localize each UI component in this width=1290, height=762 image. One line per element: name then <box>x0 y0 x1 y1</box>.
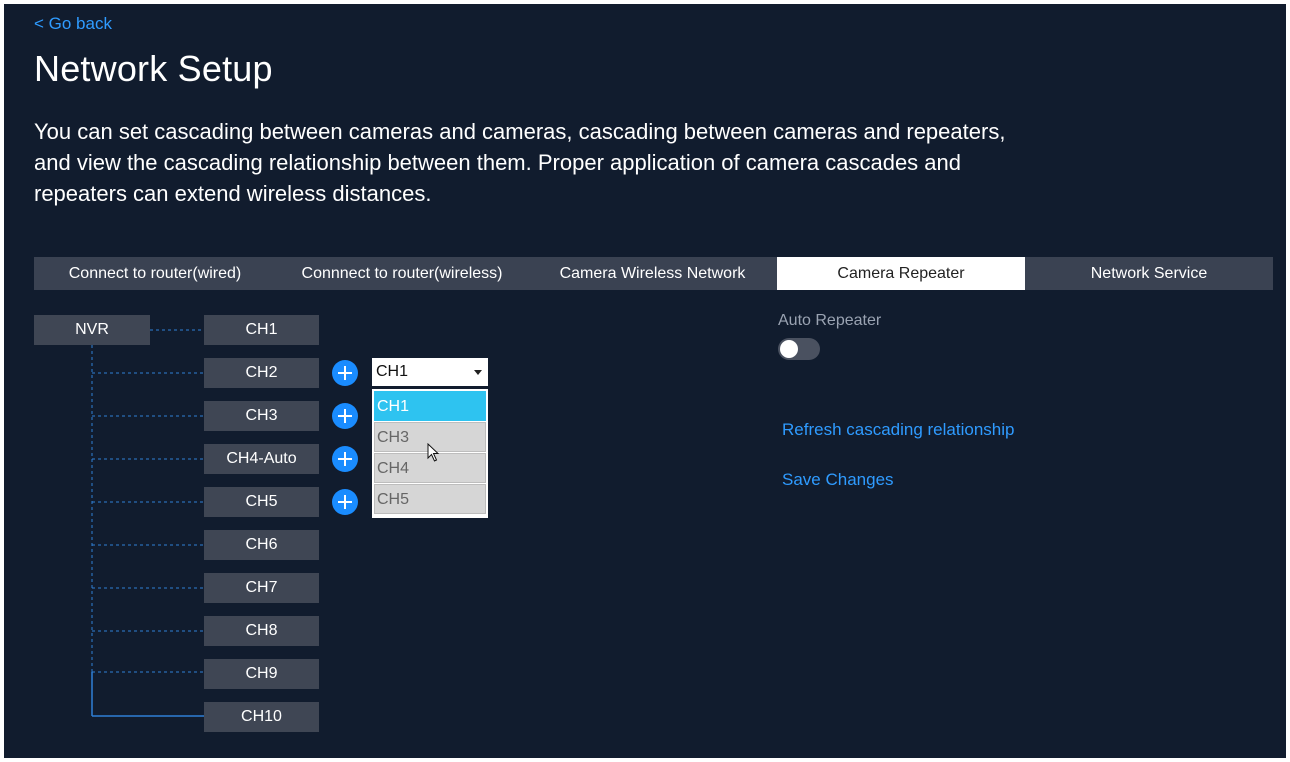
network-setup-screen: < Go back Network Setup You can set casc… <box>4 4 1286 758</box>
channel-node-ch8[interactable]: CH8 <box>204 616 319 646</box>
channel-node-ch2[interactable]: CH2 <box>204 358 319 388</box>
cascade-parent-select[interactable]: CH1 <box>372 358 488 386</box>
channel-node-ch7[interactable]: CH7 <box>204 573 319 603</box>
caret-down-icon <box>474 370 482 375</box>
select-value: CH1 <box>376 363 409 380</box>
add-cascade-ch5-button[interactable] <box>332 489 358 515</box>
add-cascade-ch2-button[interactable] <box>332 360 358 386</box>
channel-node-ch9[interactable]: CH9 <box>204 659 319 689</box>
refresh-cascading-link[interactable]: Refresh cascading relationship <box>782 420 1014 440</box>
channel-node-ch10[interactable]: CH10 <box>204 702 319 732</box>
dropdown-option-ch5[interactable]: CH5 <box>374 484 486 514</box>
toggle-knob <box>780 340 798 358</box>
dropdown-option-ch1[interactable]: CH1 <box>374 391 486 421</box>
channel-node-ch5[interactable]: CH5 <box>204 487 319 517</box>
add-cascade-ch4-button[interactable] <box>332 446 358 472</box>
mouse-pointer-icon <box>427 443 440 462</box>
channel-node-ch3[interactable]: CH3 <box>204 401 319 431</box>
cascade-tree-lines <box>91 329 204 717</box>
channel-node-ch6[interactable]: CH6 <box>204 530 319 560</box>
channel-node-ch4-auto[interactable]: CH4-Auto <box>204 444 319 474</box>
nvr-node[interactable]: NVR <box>34 315 150 345</box>
auto-repeater-label: Auto Repeater <box>778 312 882 329</box>
save-changes-link[interactable]: Save Changes <box>782 470 894 490</box>
channel-node-ch1[interactable]: CH1 <box>204 315 319 345</box>
add-cascade-ch3-button[interactable] <box>332 403 358 429</box>
auto-repeater-toggle[interactable] <box>778 338 820 360</box>
